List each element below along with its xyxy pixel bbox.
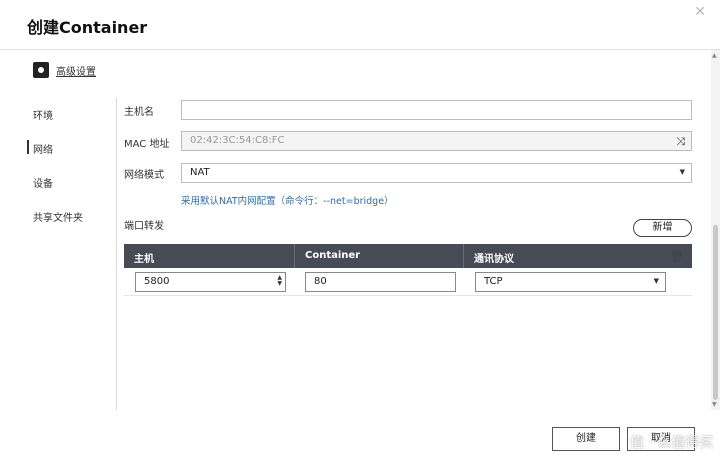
vertical-scrollbar[interactable]: ▲ ▼ (711, 50, 720, 410)
advanced-settings-label: 高级设置 (56, 66, 96, 78)
port-table: 主机 Container 通讯协议 5800 ▲ ▼ 80 TCP ▼ 🗑 (124, 244, 692, 296)
header-container: Container (295, 244, 464, 268)
table-row: 5800 ▲ ▼ 80 TCP ▼ 🗑 (124, 250, 692, 296)
sidebar-item-network[interactable]: 网络 (27, 140, 53, 156)
port-forwarding-label: 端口转发 (124, 221, 164, 232)
create-button[interactable]: 创建 (552, 427, 620, 451)
scroll-down-icon[interactable]: ▼ (712, 401, 717, 408)
table-header: 主机 Container 通讯协议 (124, 244, 692, 268)
sidebar-item-devices[interactable]: 设备 (33, 175, 53, 190)
protocol-value: TCP (484, 275, 503, 287)
host-port-value: 5800 (144, 275, 170, 287)
trash-icon[interactable]: 🗑 (670, 250, 684, 263)
sidebar-item-environment[interactable]: 环境 (33, 107, 53, 122)
hostname-input[interactable] (181, 100, 692, 120)
mac-value: 02:42:3C:54:C8:FC (190, 135, 285, 146)
container-port-value: 80 (314, 275, 327, 287)
gear-icon (33, 62, 49, 78)
stepper-arrows-icon[interactable]: ▲ ▼ (277, 274, 282, 287)
scroll-up-icon[interactable]: ▲ (712, 52, 717, 59)
mac-field[interactable]: 02:42:3C:54:C8:FC ⤨ (181, 131, 692, 151)
protocol-select[interactable]: TCP ▼ (475, 271, 666, 292)
host-cell: 5800 ▲ ▼ (124, 268, 295, 296)
add-port-button[interactable]: 新增 (633, 219, 692, 237)
settings-sidebar: 环境 网络 设备 共享文件夹 (0, 98, 117, 410)
protocol-cell: TCP ▼ (464, 268, 692, 296)
network-mode-hint: 采用默认NAT内网配置（命令行：--net=bridge） (181, 196, 394, 207)
mac-label: MAC 地址 (124, 139, 170, 150)
network-mode-select[interactable]: NAT ▼ (181, 163, 692, 183)
close-icon[interactable]: ✕ (694, 4, 706, 20)
chevron-down-icon: ▼ (653, 276, 659, 285)
network-mode-label: 网络模式 (124, 170, 164, 181)
title-bar: 创建Container ✕ (0, 0, 720, 50)
header-protocol: 通讯协议 (474, 254, 514, 265)
shuffle-icon[interactable]: ⤨ (676, 135, 685, 149)
watermark: 值 · 么值得买 (630, 435, 714, 451)
chevron-down-icon: ▼ (679, 168, 685, 176)
hostname-label: 主机名 (124, 107, 154, 118)
window-title: 创建Container (27, 18, 148, 37)
advanced-settings-link[interactable]: 高级设置 (33, 62, 96, 78)
host-port-stepper[interactable]: 5800 ▲ ▼ (135, 271, 286, 292)
sidebar-item-shared-folders[interactable]: 共享文件夹 (33, 209, 83, 224)
scroll-thumb[interactable] (713, 225, 718, 400)
container-port-input[interactable]: 80 (305, 271, 456, 292)
container-cell: 80 (295, 268, 464, 296)
network-mode-value: NAT (190, 167, 210, 178)
header-host: 主机 (124, 244, 295, 268)
